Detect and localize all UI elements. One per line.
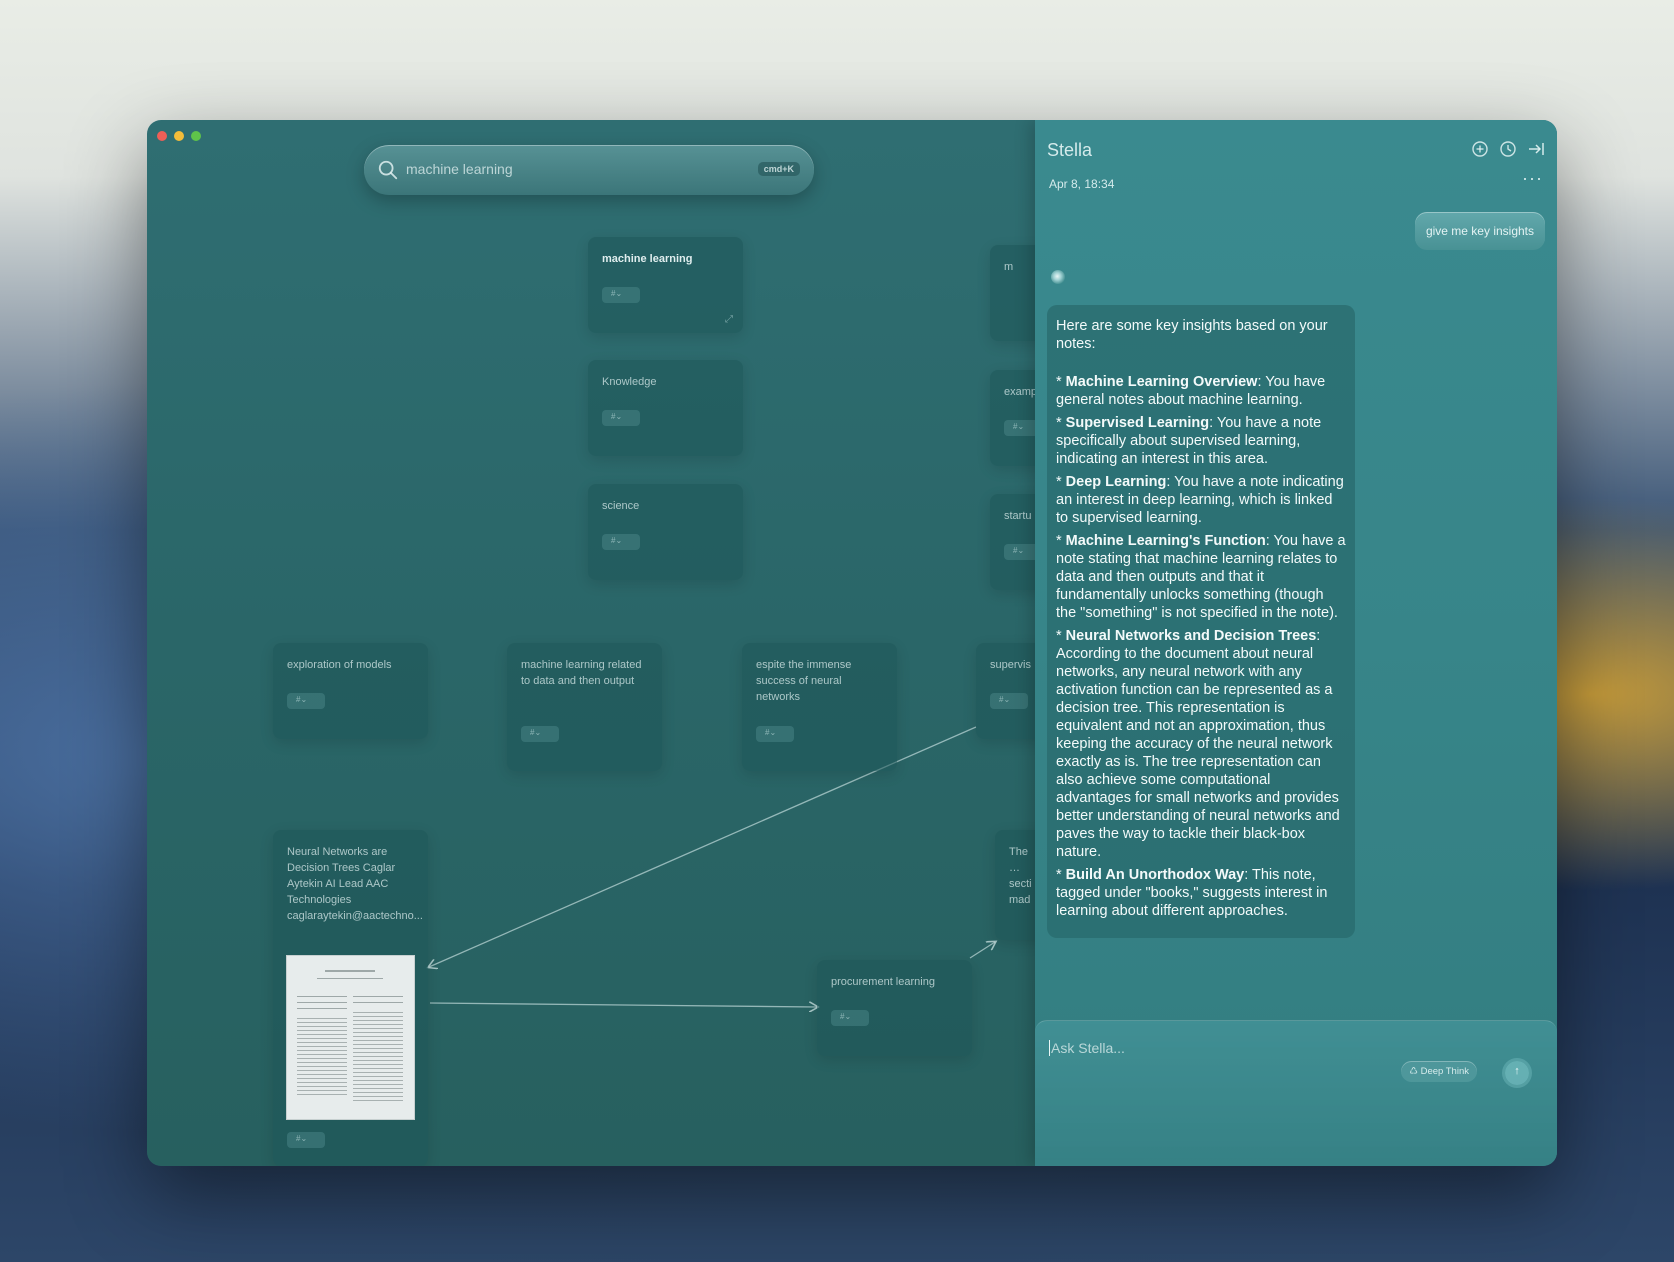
assistant-intro: Here are some key insights based on your… — [1056, 318, 1328, 352]
node-title: Neural Networks are Decision Trees Cagla… — [287, 846, 423, 922]
send-button[interactable]: ↑ — [1505, 1061, 1529, 1085]
window-controls — [157, 131, 201, 141]
tag-button[interactable] — [756, 726, 794, 742]
user-message-bubble: give me key insights — [1414, 212, 1545, 250]
node-title: supervis — [990, 659, 1031, 671]
link-procurement-to-right — [969, 942, 995, 959]
node-card-knowledge[interactable]: Knowledge — [588, 360, 743, 456]
tag-button[interactable] — [287, 693, 325, 709]
node-card-science[interactable]: science — [588, 484, 743, 580]
more-options-button[interactable]: ··· — [1522, 168, 1543, 189]
conversation-date: Apr 8, 18:34 — [1049, 177, 1115, 191]
tag-button[interactable] — [990, 693, 1028, 709]
node-card-machine-learning[interactable]: machine learning ⤢ — [588, 237, 743, 333]
panel-title: Stella — [1047, 140, 1093, 160]
history-icon[interactable] — [1499, 140, 1517, 158]
deep-think-toggle[interactable]: ♺ Deep Think — [1401, 1061, 1477, 1082]
close-window-button[interactable] — [157, 131, 167, 141]
chat-composer: Ask Stella... ♺ Deep Think ↑ — [1035, 1020, 1557, 1166]
node-card-exploration[interactable]: exploration of models — [273, 643, 428, 739]
node-title: exploration of models — [287, 659, 392, 671]
node-title: machine learning — [602, 253, 693, 265]
node-card-procurement[interactable]: procurement learning — [817, 960, 972, 1056]
document-thumbnail — [286, 955, 415, 1120]
stella-avatar — [1051, 270, 1065, 284]
ask-stella-input[interactable]: Ask Stella... — [1049, 1040, 1125, 1056]
tag-button[interactable] — [602, 287, 640, 303]
panel-header-actions — [1471, 140, 1545, 158]
node-title: Knowledge — [602, 376, 657, 388]
stella-chat-panel: Stella Apr 8, 18:34 ··· give me key insi… — [1035, 120, 1557, 1166]
node-title: science — [602, 500, 640, 512]
insight-item: * Supervised Learning: You have a note s… — [1056, 415, 1322, 467]
app-window: machine learning cmd+K machine learning … — [147, 120, 1557, 1166]
search-input[interactable]: machine learning — [406, 161, 513, 177]
insight-item: * Neural Networks and Decision Trees: Ac… — [1056, 628, 1340, 860]
link-paper-to-procurement — [429, 1003, 817, 1007]
node-title: procurement learning — [831, 976, 935, 988]
arrow-up-icon: ↑ — [1514, 1065, 1520, 1077]
expand-icon[interactable]: ⤢ — [725, 314, 733, 325]
tag-button[interactable] — [287, 1132, 325, 1148]
node-card-paper[interactable]: Neural Networks are Decision Trees Cagla… — [273, 830, 428, 1166]
insight-item: * Build An Unorthodox Way: This note, ta… — [1056, 867, 1328, 919]
search-shortcut-badge: cmd+K — [757, 162, 800, 176]
node-title: machine learning related to data and the… — [521, 659, 642, 687]
tag-button[interactable] — [602, 534, 640, 550]
node-card-ml-data-output[interactable]: machine learning related to data and the… — [507, 643, 662, 771]
insight-item: * Machine Learning's Function: You have … — [1056, 533, 1346, 621]
insight-item: * Deep Learning: You have a note indicat… — [1056, 474, 1344, 526]
node-card-neural-success[interactable]: espite the immense success of neural net… — [742, 643, 897, 771]
collapse-panel-icon[interactable] — [1527, 140, 1545, 158]
new-chat-icon[interactable] — [1471, 140, 1489, 158]
tag-button[interactable] — [602, 410, 640, 426]
node-title: espite the immense success of neural net… — [756, 659, 852, 703]
assistant-message-bubble: Here are some key insights based on your… — [1047, 305, 1355, 938]
minimize-window-button[interactable] — [174, 131, 184, 141]
search-bar[interactable]: machine learning cmd+K — [364, 145, 814, 195]
graph-canvas[interactable]: machine learning cmd+K machine learning … — [147, 120, 1187, 1166]
maximize-window-button[interactable] — [191, 131, 201, 141]
insight-item: * Machine Learning Overview: You have ge… — [1056, 374, 1326, 408]
search-icon — [378, 160, 398, 180]
brain-icon: ♺ — [1409, 1066, 1421, 1077]
tag-button[interactable] — [831, 1010, 869, 1026]
tag-button[interactable] — [521, 726, 559, 742]
